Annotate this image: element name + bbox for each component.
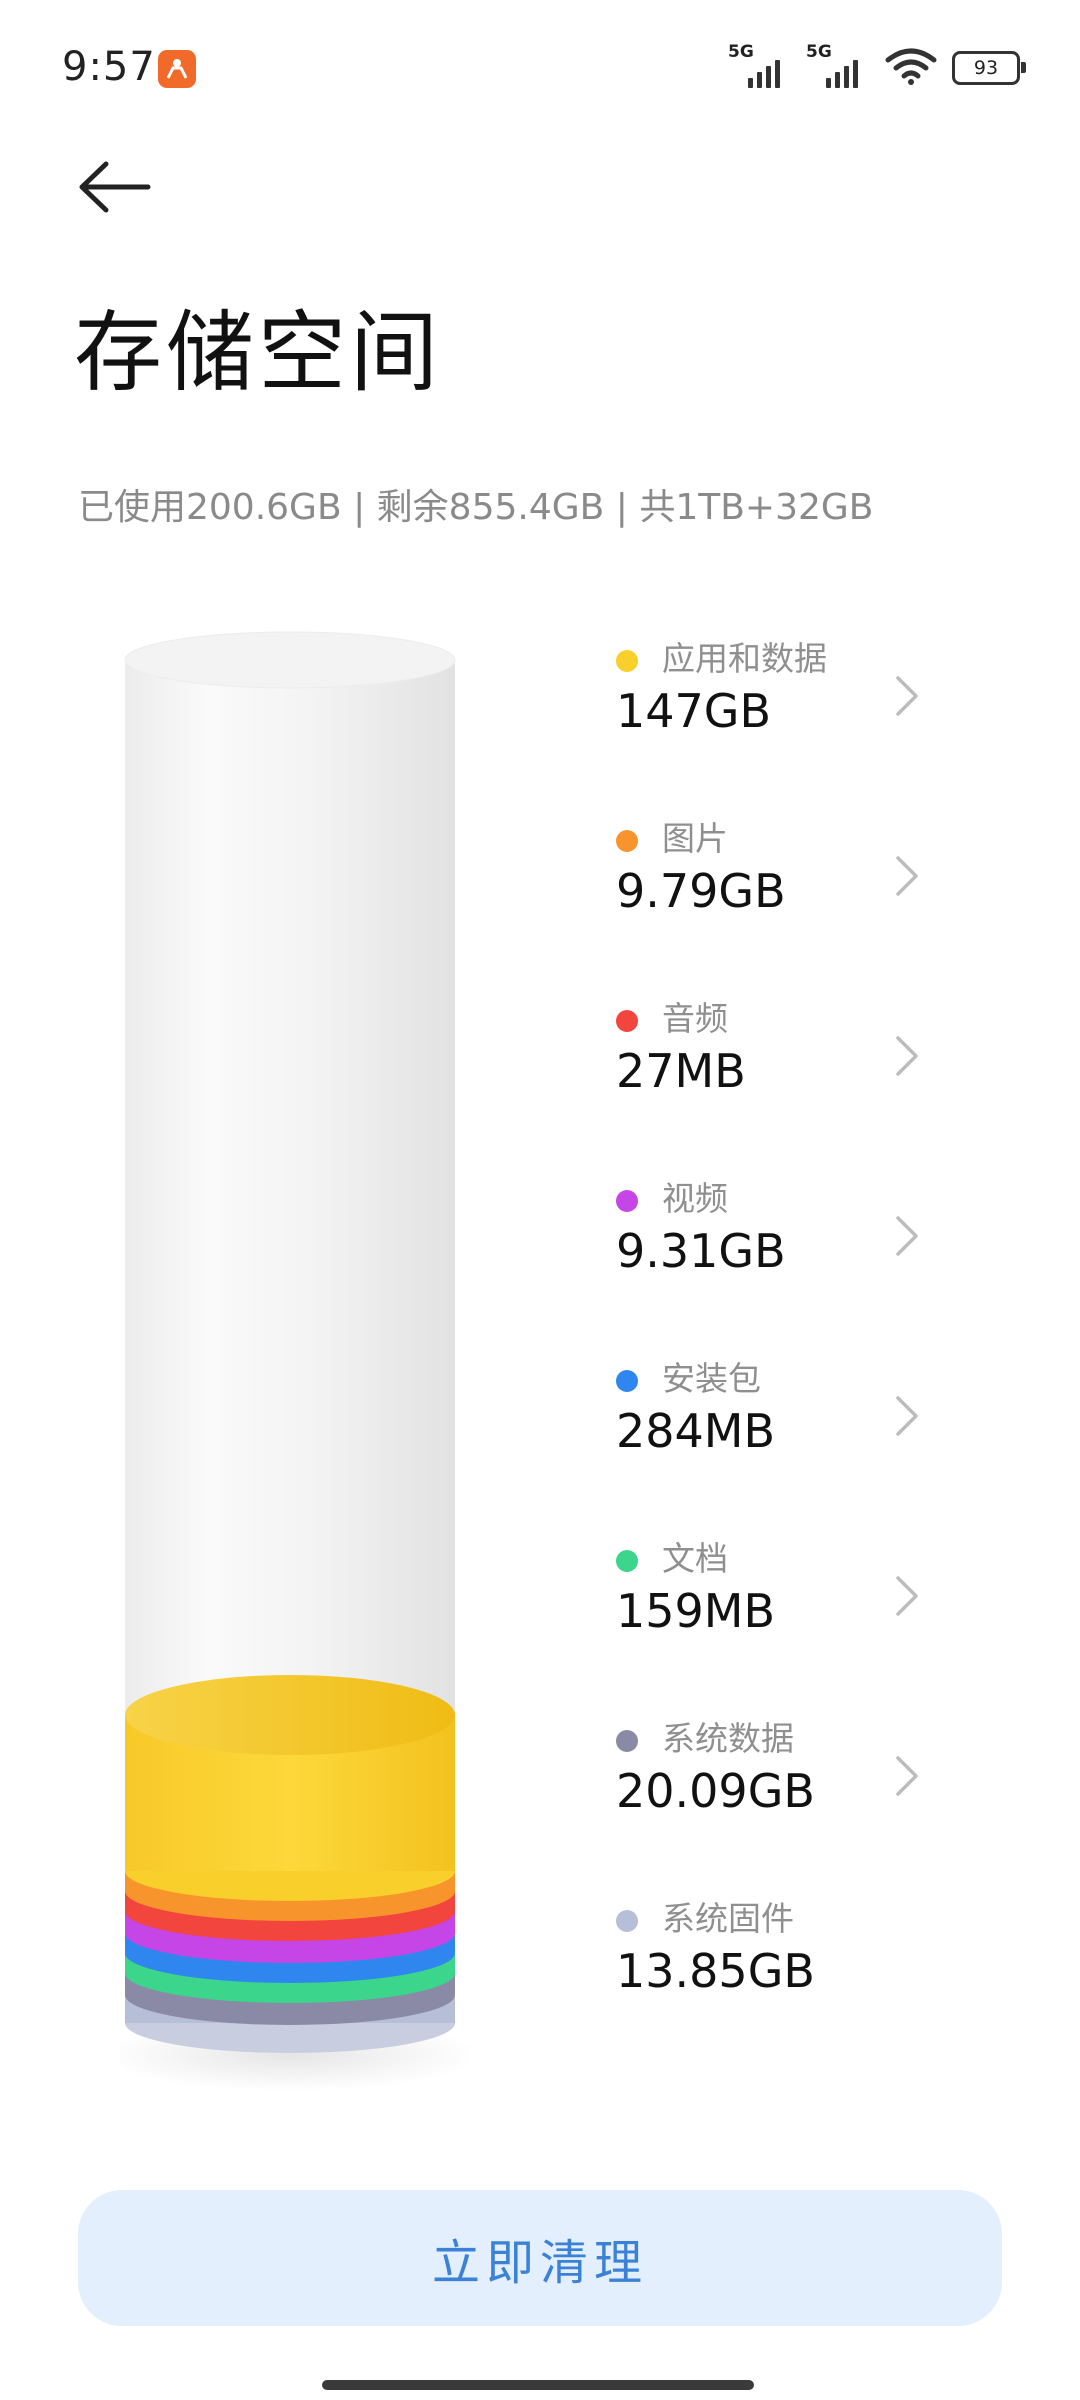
category-item: 系统固件 13.85GB [600,1892,940,2072]
chevron-right-icon[interactable] [892,852,922,900]
category-color-dot [616,650,638,672]
status-time: 9:57 [62,44,156,90]
category-list: 应用和数据 147GB 图片 9.79GB 音频 27MB 视频 9.31GB 安装包 284MB… [600,632,940,2072]
storage-cylinder-chart [120,615,470,2095]
wifi-icon [884,46,938,90]
category-color-dot [616,830,638,852]
category-label: 应用和数据 [662,639,827,678]
category-item[interactable]: 视频 9.31GB [600,1172,940,1352]
chevron-right-icon[interactable] [892,1212,922,1260]
app-notification-icon [158,50,196,88]
chevron-right-icon[interactable] [892,1752,922,1800]
category-color-dot [616,1370,638,1392]
chevron-right-icon[interactable] [892,1392,922,1440]
category-color-dot [616,1730,638,1752]
category-item[interactable]: 系统数据 20.09GB [600,1712,940,1892]
status-icons: 5G 5G 93 [728,42,1026,90]
storage-summary: 已使用200.6GB | 剩余855.4GB | 共1TB+32GB [78,487,874,528]
category-label: 图片 [662,819,728,858]
category-size: 284MB [616,1404,776,1458]
status-bar: 9:57 5G 5G 93 [0,0,1080,130]
category-label: 文档 [662,1539,728,1578]
category-size: 20.09GB [616,1764,815,1818]
cylinder-top [124,631,456,689]
category-size: 13.85GB [616,1944,815,1998]
category-size: 27MB [616,1044,746,1098]
network-type-label: 5G [728,42,754,62]
clean-now-button[interactable]: 立即清理 [78,2190,1002,2326]
category-size: 9.79GB [616,864,786,918]
category-color-dot [616,1910,638,1932]
battery-icon: 93 [952,51,1026,85]
category-label: 音频 [662,999,728,1038]
chevron-right-icon[interactable] [892,1032,922,1080]
arrow-left-icon [79,161,151,213]
page-title: 存储空间 [74,301,443,404]
home-indicator[interactable] [322,2380,754,2390]
category-item[interactable]: 安装包 284MB [600,1352,940,1532]
category-color-dot [616,1190,638,1212]
category-item[interactable]: 应用和数据 147GB [600,632,940,812]
signal-icon: 5G [728,42,792,88]
signal-icon: 5G [806,42,870,88]
chevron-right-icon[interactable] [892,1572,922,1620]
segment-apps-and-data-top [125,1675,455,1755]
category-color-dot [616,1010,638,1032]
category-item[interactable]: 文档 159MB [600,1532,940,1712]
network-type-label: 5G [806,42,832,62]
category-size: 147GB [616,684,772,738]
category-item[interactable]: 图片 9.79GB [600,812,940,992]
category-label: 系统数据 [662,1719,794,1758]
category-label: 系统固件 [662,1899,794,1938]
category-size: 159MB [616,1584,776,1638]
category-size: 9.31GB [616,1224,786,1278]
cylinder-used-segments [125,1675,455,2053]
category-color-dot [616,1550,638,1572]
category-item[interactable]: 音频 27MB [600,992,940,1172]
category-label: 安装包 [662,1359,761,1398]
category-label: 视频 [662,1179,728,1218]
chevron-right-icon[interactable] [892,672,922,720]
back-button[interactable] [72,154,158,220]
